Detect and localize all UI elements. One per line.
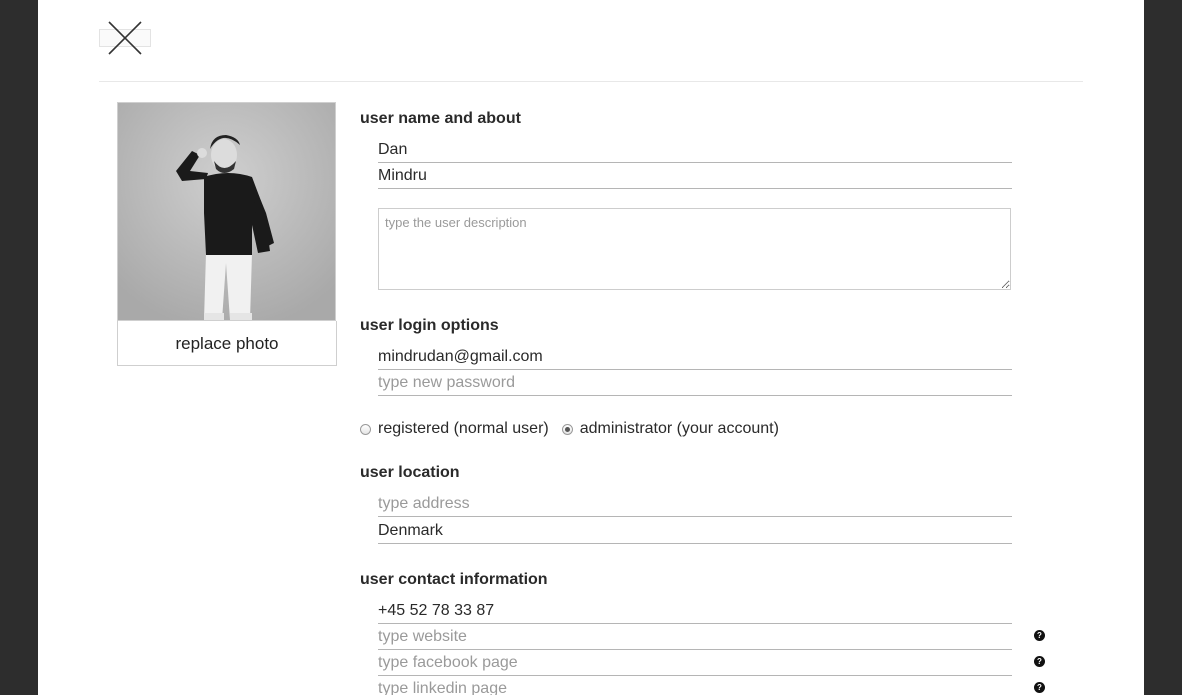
replace-photo-label: replace photo <box>175 334 279 353</box>
role-label-administrator: administrator (your account) <box>579 420 779 437</box>
phone-input[interactable] <box>378 598 1012 624</box>
role-label-registered: registered (normal user) <box>378 420 549 437</box>
role-radio-group: registered (normal user) administrator (… <box>360 418 779 440</box>
header-divider <box>99 81 1083 82</box>
radio-administrator[interactable] <box>561 423 573 435</box>
description-textarea[interactable] <box>378 208 1011 290</box>
close-button[interactable] <box>99 20 151 56</box>
password-input[interactable] <box>378 370 1012 396</box>
section-title-location: user location <box>360 464 460 481</box>
user-photo <box>117 102 336 321</box>
website-input[interactable] <box>378 624 1012 650</box>
linkedin-input[interactable] <box>378 676 1012 695</box>
replace-photo-button[interactable]: replace photo <box>117 321 337 366</box>
edit-user-panel: replace photo user name and about user l… <box>38 0 1144 695</box>
photo-column: replace photo <box>117 102 337 366</box>
section-title-login: user login options <box>360 317 499 334</box>
facebook-input[interactable] <box>378 650 1012 676</box>
section-title-name-about: user name and about <box>360 110 521 127</box>
facebook-help-icon[interactable]: ? <box>1034 656 1045 667</box>
linkedin-help-icon[interactable]: ? <box>1034 682 1045 693</box>
role-option-registered[interactable]: registered (normal user) <box>360 420 549 438</box>
role-option-administrator[interactable]: administrator (your account) <box>561 420 779 438</box>
last-name-input[interactable] <box>378 163 1012 189</box>
website-help-icon[interactable]: ? <box>1034 630 1045 641</box>
radio-registered[interactable] <box>360 423 371 435</box>
address-input[interactable] <box>378 491 1012 517</box>
section-title-contact: user contact information <box>360 571 548 588</box>
first-name-input[interactable] <box>378 137 1012 163</box>
close-x-icon <box>108 21 142 55</box>
country-input[interactable] <box>378 518 1012 544</box>
email-input[interactable] <box>378 344 1012 370</box>
